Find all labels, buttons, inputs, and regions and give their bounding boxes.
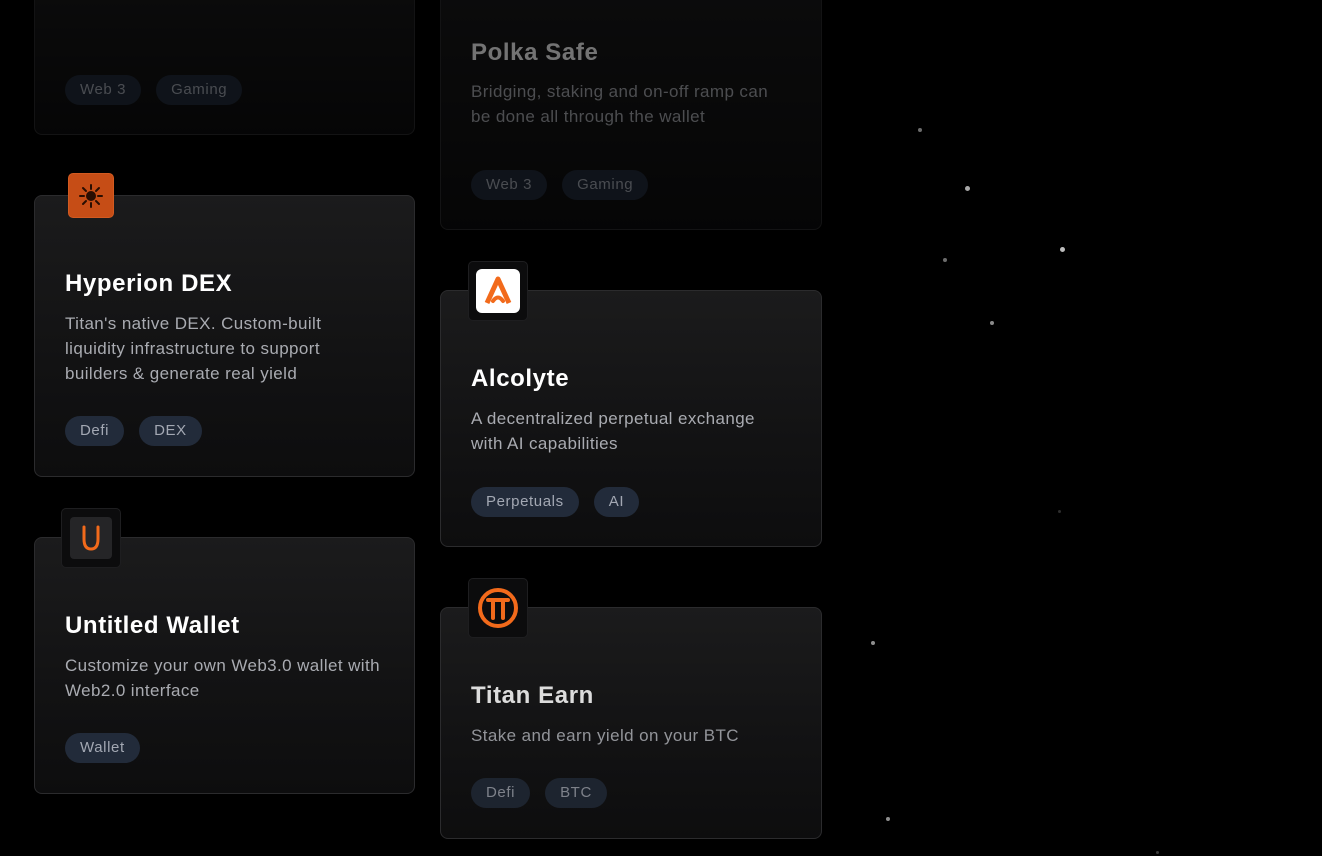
tag-chip[interactable]: AI xyxy=(593,487,640,517)
titan-t-icon xyxy=(468,578,528,638)
card-description: Titan's native DEX. Custom-built liquidi… xyxy=(65,314,322,383)
tag-chip[interactable]: Wallet xyxy=(65,733,140,763)
card-description: Stake and earn yield on your BTC xyxy=(471,726,739,745)
card-description: A decentralized perpetual exchange with … xyxy=(471,409,755,453)
tag-chip[interactable]: Web 3 xyxy=(65,75,142,105)
tag-list: Web 3 Gaming xyxy=(471,170,649,200)
star-dot xyxy=(990,321,994,325)
tag-chip[interactable]: Gaming xyxy=(156,75,243,105)
project-card-alcolyte[interactable]: Alcolyte A decentralized perpetual excha… xyxy=(440,290,822,547)
card-description: Customize your own Web3.0 wallet with We… xyxy=(65,656,380,700)
tag-chip[interactable]: Gaming xyxy=(562,170,649,200)
project-card-hyperion-dex[interactable]: Hyperion DEX Titan's native DEX. Custom-… xyxy=(34,195,415,477)
project-card-titan-earn[interactable]: Titan Earn Stake and earn yield on your … xyxy=(440,607,822,839)
tag-chip[interactable]: Defi xyxy=(471,778,531,808)
projects-section: Web 3 Gaming Polka Safe Bridging, stakin… xyxy=(0,0,1322,856)
tag-chip[interactable]: Web 3 xyxy=(471,170,548,200)
star-dot xyxy=(943,258,947,262)
card-title: Untitled Wallet xyxy=(65,612,240,639)
star-dot xyxy=(871,641,875,645)
tag-list: Perpetuals AI xyxy=(471,487,640,517)
star-dot xyxy=(886,817,890,821)
untitled-u-icon xyxy=(61,508,121,568)
star-dot xyxy=(1060,247,1065,252)
tag-chip[interactable]: BTC xyxy=(545,778,607,808)
hyperion-sun-icon xyxy=(68,173,114,218)
card-title: Titan Earn xyxy=(471,682,594,709)
tag-chip[interactable]: Defi xyxy=(65,416,125,446)
tag-list: Defi DEX xyxy=(65,416,202,446)
project-card[interactable]: Web 3 Gaming xyxy=(34,0,415,135)
card-title: Alcolyte xyxy=(471,365,570,392)
card-title: Polka Safe xyxy=(471,39,599,66)
star-dot xyxy=(965,186,970,191)
card-description: Bridging, staking and on-off ramp can be… xyxy=(471,82,769,126)
card-title: Hyperion DEX xyxy=(65,270,233,297)
alcolyte-a-icon xyxy=(468,261,528,321)
tag-list: Wallet xyxy=(65,733,140,763)
star-dot xyxy=(1058,510,1061,513)
star-dot xyxy=(1156,851,1159,854)
tag-list: Web 3 Gaming xyxy=(65,75,243,105)
project-card-untitled-wallet[interactable]: Untitled Wallet Customize your own Web3.… xyxy=(34,537,415,794)
star-dot xyxy=(918,128,922,132)
project-card-polka-safe[interactable]: Polka Safe Bridging, staking and on-off … xyxy=(440,0,822,230)
tag-list: Defi BTC xyxy=(471,778,607,808)
tag-chip[interactable]: Perpetuals xyxy=(471,487,579,517)
tag-chip[interactable]: DEX xyxy=(139,416,202,446)
